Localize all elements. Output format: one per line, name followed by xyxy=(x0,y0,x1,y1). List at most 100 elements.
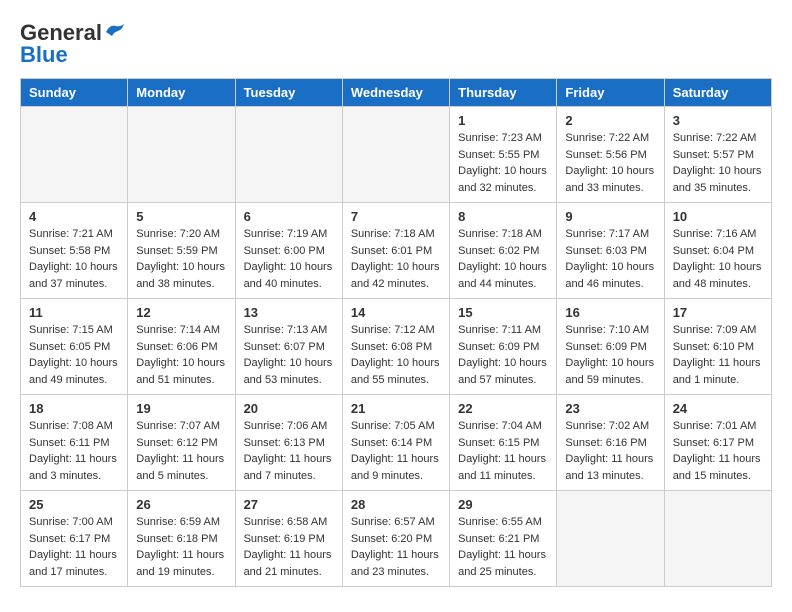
calendar-cell: 22 Sunrise: 7:04 AM Sunset: 6:15 PM Dayli… xyxy=(450,395,557,491)
weekday-header-wednesday: Wednesday xyxy=(342,79,449,107)
day-info: Sunrise: 7:14 AM Sunset: 6:06 PM Dayligh… xyxy=(136,322,226,388)
day-info: Sunrise: 7:23 AM Sunset: 5:55 PM Dayligh… xyxy=(458,130,548,196)
day-info: Sunrise: 7:13 AM Sunset: 6:07 PM Dayligh… xyxy=(244,322,334,388)
calendar-cell: 26 Sunrise: 6:59 AM Sunset: 6:18 PM Dayli… xyxy=(128,491,235,587)
day-info: Sunrise: 7:18 AM Sunset: 6:02 PM Dayligh… xyxy=(458,226,548,292)
day-info: Sunrise: 6:59 AM Sunset: 6:18 PM Dayligh… xyxy=(136,514,226,580)
day-info: Sunrise: 7:02 AM Sunset: 6:16 PM Dayligh… xyxy=(565,418,655,484)
calendar-cell: 8 Sunrise: 7:18 AM Sunset: 6:02 PM Daylig… xyxy=(450,203,557,299)
calendar-cell xyxy=(21,107,128,203)
calendar-cell xyxy=(128,107,235,203)
day-number: 28 xyxy=(351,497,441,512)
logo-bird-icon xyxy=(104,22,126,40)
day-number: 13 xyxy=(244,305,334,320)
calendar-cell: 25 Sunrise: 7:00 AM Sunset: 6:17 PM Dayli… xyxy=(21,491,128,587)
calendar-cell: 2 Sunrise: 7:22 AM Sunset: 5:56 PM Daylig… xyxy=(557,107,664,203)
day-number: 26 xyxy=(136,497,226,512)
day-number: 8 xyxy=(458,209,548,224)
day-number: 21 xyxy=(351,401,441,416)
calendar-cell: 29 Sunrise: 6:55 AM Sunset: 6:21 PM Dayli… xyxy=(450,491,557,587)
calendar-cell: 11 Sunrise: 7:15 AM Sunset: 6:05 PM Dayli… xyxy=(21,299,128,395)
calendar-cell: 9 Sunrise: 7:17 AM Sunset: 6:03 PM Daylig… xyxy=(557,203,664,299)
weekday-header-row: SundayMondayTuesdayWednesdayThursdayFrid… xyxy=(21,79,772,107)
day-info: Sunrise: 7:18 AM Sunset: 6:01 PM Dayligh… xyxy=(351,226,441,292)
day-number: 22 xyxy=(458,401,548,416)
day-info: Sunrise: 7:22 AM Sunset: 5:56 PM Dayligh… xyxy=(565,130,655,196)
day-number: 16 xyxy=(565,305,655,320)
weekday-header-thursday: Thursday xyxy=(450,79,557,107)
day-info: Sunrise: 7:16 AM Sunset: 6:04 PM Dayligh… xyxy=(673,226,763,292)
day-info: Sunrise: 7:19 AM Sunset: 6:00 PM Dayligh… xyxy=(244,226,334,292)
day-info: Sunrise: 7:07 AM Sunset: 6:12 PM Dayligh… xyxy=(136,418,226,484)
day-number: 24 xyxy=(673,401,763,416)
day-info: Sunrise: 7:05 AM Sunset: 6:14 PM Dayligh… xyxy=(351,418,441,484)
calendar-cell: 15 Sunrise: 7:11 AM Sunset: 6:09 PM Dayli… xyxy=(450,299,557,395)
week-row-2: 4 Sunrise: 7:21 AM Sunset: 5:58 PM Daylig… xyxy=(21,203,772,299)
calendar-cell xyxy=(235,107,342,203)
day-info: Sunrise: 6:55 AM Sunset: 6:21 PM Dayligh… xyxy=(458,514,548,580)
day-info: Sunrise: 7:21 AM Sunset: 5:58 PM Dayligh… xyxy=(29,226,119,292)
day-number: 5 xyxy=(136,209,226,224)
day-number: 11 xyxy=(29,305,119,320)
day-info: Sunrise: 6:58 AM Sunset: 6:19 PM Dayligh… xyxy=(244,514,334,580)
day-number: 3 xyxy=(673,113,763,128)
day-info: Sunrise: 7:17 AM Sunset: 6:03 PM Dayligh… xyxy=(565,226,655,292)
day-info: Sunrise: 7:10 AM Sunset: 6:09 PM Dayligh… xyxy=(565,322,655,388)
header: General Blue xyxy=(20,20,772,68)
calendar-cell xyxy=(342,107,449,203)
day-info: Sunrise: 7:00 AM Sunset: 6:17 PM Dayligh… xyxy=(29,514,119,580)
calendar-cell: 16 Sunrise: 7:10 AM Sunset: 6:09 PM Dayli… xyxy=(557,299,664,395)
calendar-cell: 1 Sunrise: 7:23 AM Sunset: 5:55 PM Daylig… xyxy=(450,107,557,203)
day-info: Sunrise: 7:20 AM Sunset: 5:59 PM Dayligh… xyxy=(136,226,226,292)
logo-blue: Blue xyxy=(20,42,68,68)
day-info: Sunrise: 7:15 AM Sunset: 6:05 PM Dayligh… xyxy=(29,322,119,388)
calendar-cell: 18 Sunrise: 7:08 AM Sunset: 6:11 PM Dayli… xyxy=(21,395,128,491)
day-number: 18 xyxy=(29,401,119,416)
day-number: 19 xyxy=(136,401,226,416)
calendar-cell: 19 Sunrise: 7:07 AM Sunset: 6:12 PM Dayli… xyxy=(128,395,235,491)
day-info: Sunrise: 7:08 AM Sunset: 6:11 PM Dayligh… xyxy=(29,418,119,484)
calendar-cell: 4 Sunrise: 7:21 AM Sunset: 5:58 PM Daylig… xyxy=(21,203,128,299)
calendar-cell xyxy=(664,491,771,587)
calendar-cell: 20Sunrise: 7:06 AM Sunset: 6:13 PM Dayli… xyxy=(235,395,342,491)
day-info: Sunrise: 7:09 AM Sunset: 6:10 PM Dayligh… xyxy=(673,322,763,388)
calendar-cell xyxy=(557,491,664,587)
calendar-cell: 27 Sunrise: 6:58 AM Sunset: 6:19 PM Dayli… xyxy=(235,491,342,587)
week-row-1: 1 Sunrise: 7:23 AM Sunset: 5:55 PM Daylig… xyxy=(21,107,772,203)
day-number: 29 xyxy=(458,497,548,512)
day-info: Sunrise: 7:12 AM Sunset: 6:08 PM Dayligh… xyxy=(351,322,441,388)
day-info: Sunrise: 6:57 AM Sunset: 6:20 PM Dayligh… xyxy=(351,514,441,580)
day-number: 17 xyxy=(673,305,763,320)
calendar-cell: 10Sunrise: 7:16 AM Sunset: 6:04 PM Dayli… xyxy=(664,203,771,299)
day-number: 20 xyxy=(244,401,334,416)
calendar-cell: 7Sunrise: 7:18 AM Sunset: 6:01 PM Daylig… xyxy=(342,203,449,299)
weekday-header-friday: Friday xyxy=(557,79,664,107)
day-number: 15 xyxy=(458,305,548,320)
calendar-cell: 23 Sunrise: 7:02 AM Sunset: 6:16 PM Dayli… xyxy=(557,395,664,491)
calendar-cell: 3 Sunrise: 7:22 AM Sunset: 5:57 PM Daylig… xyxy=(664,107,771,203)
calendar-cell: 28 Sunrise: 6:57 AM Sunset: 6:20 PM Dayli… xyxy=(342,491,449,587)
calendar-cell: 12Sunrise: 7:14 AM Sunset: 6:06 PM Dayli… xyxy=(128,299,235,395)
weekday-header-monday: Monday xyxy=(128,79,235,107)
day-number: 1 xyxy=(458,113,548,128)
day-info: Sunrise: 7:01 AM Sunset: 6:17 PM Dayligh… xyxy=(673,418,763,484)
day-number: 14 xyxy=(351,305,441,320)
day-number: 6 xyxy=(244,209,334,224)
weekday-header-sunday: Sunday xyxy=(21,79,128,107)
day-info: Sunrise: 7:11 AM Sunset: 6:09 PM Dayligh… xyxy=(458,322,548,388)
day-number: 23 xyxy=(565,401,655,416)
day-number: 2 xyxy=(565,113,655,128)
day-info: Sunrise: 7:04 AM Sunset: 6:15 PM Dayligh… xyxy=(458,418,548,484)
calendar-table: SundayMondayTuesdayWednesdayThursdayFrid… xyxy=(20,78,772,587)
calendar-cell: 13 Sunrise: 7:13 AM Sunset: 6:07 PM Dayli… xyxy=(235,299,342,395)
weekday-header-tuesday: Tuesday xyxy=(235,79,342,107)
calendar-cell: 21 Sunrise: 7:05 AM Sunset: 6:14 PM Dayli… xyxy=(342,395,449,491)
day-number: 9 xyxy=(565,209,655,224)
calendar-cell: 17 Sunrise: 7:09 AM Sunset: 6:10 PM Dayli… xyxy=(664,299,771,395)
day-number: 4 xyxy=(29,209,119,224)
day-number: 25 xyxy=(29,497,119,512)
day-number: 27 xyxy=(244,497,334,512)
calendar-cell: 14 Sunrise: 7:12 AM Sunset: 6:08 PM Dayli… xyxy=(342,299,449,395)
day-info: Sunrise: 7:22 AM Sunset: 5:57 PM Dayligh… xyxy=(673,130,763,196)
calendar-cell: 5 Sunrise: 7:20 AM Sunset: 5:59 PM Daylig… xyxy=(128,203,235,299)
